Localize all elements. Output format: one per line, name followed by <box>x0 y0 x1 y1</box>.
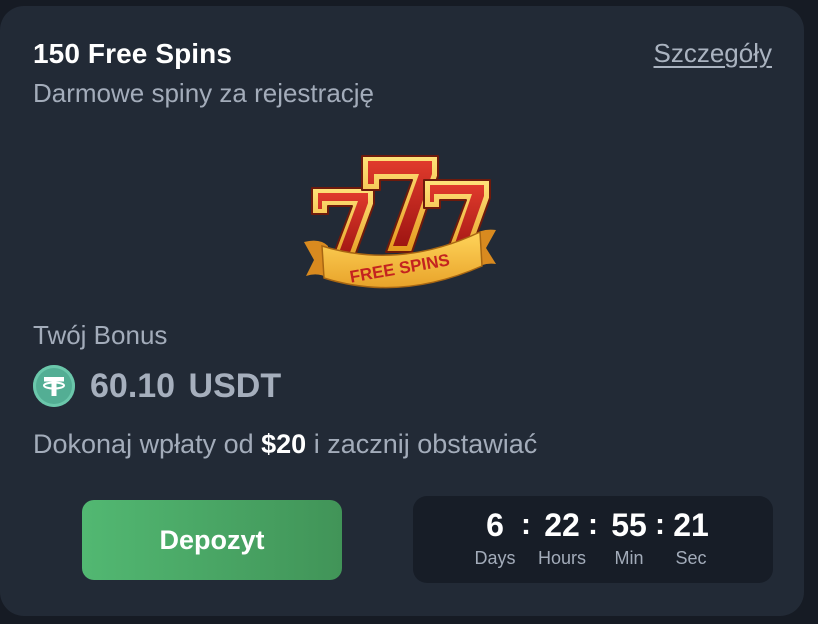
usdt-tether-icon <box>33 365 75 407</box>
deposit-min-amount: $20 <box>261 429 307 459</box>
countdown-seconds-value: 21 <box>673 507 709 543</box>
deposit-instruction: Dokonaj wpłaty od $20 i zacznij obstawia… <box>33 429 537 460</box>
deposit-text-suffix: i zacznij obstawiać <box>306 429 538 459</box>
bonus-amount-row: 60.10 USDT <box>33 364 281 408</box>
countdown-hours-value: 22 <box>544 507 580 543</box>
deposit-button[interactable]: Depozyt <box>82 500 342 580</box>
countdown-days-label: Days <box>474 548 516 568</box>
countdown-seconds-label: Sec <box>675 548 707 568</box>
bonus-label: Twój Bonus <box>33 320 168 350</box>
countdown-days: 6 Days <box>460 506 530 569</box>
countdown-minutes-value: 55 <box>611 507 647 543</box>
promo-card: 150 Free Spins Darmowe spiny za rejestra… <box>0 6 804 616</box>
countdown-minutes: 55 Min <box>594 506 664 569</box>
promo-title: 150 Free Spins <box>33 38 233 69</box>
countdown-timer: 6 Days : 22 Hours : 55 Min : 21 Sec <box>413 496 773 583</box>
deposit-text-prefix: Dokonaj wpłaty od <box>33 429 262 459</box>
details-link[interactable]: Szczegóły <box>654 38 773 69</box>
countdown-hours: 22 Hours <box>527 506 597 569</box>
countdown-hours-label: Hours <box>537 548 586 568</box>
countdown-days-value: 6 <box>486 507 504 543</box>
countdown-minutes-label: Min <box>614 548 644 568</box>
promo-subtitle: Darmowe spiny za rejestrację <box>33 78 375 108</box>
countdown-seconds: 21 Sec <box>656 506 726 569</box>
bonus-amount: 60.10 USDT <box>90 366 282 405</box>
free-spins-777-logo: FREE SPINS <box>300 146 500 301</box>
